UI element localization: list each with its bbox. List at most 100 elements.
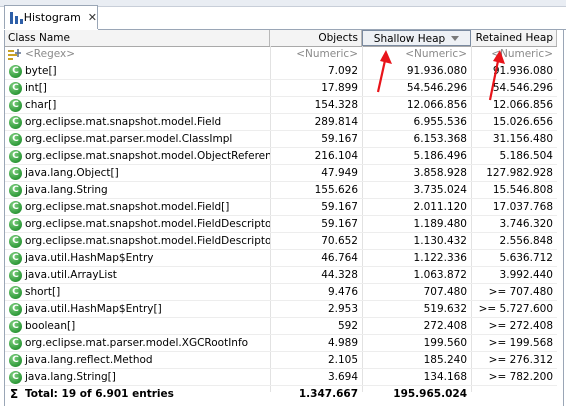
retained-heap-cell: 31.156.480: [492, 133, 553, 145]
class-name-cell: org.eclipse.mat.parser.model.XGCRootInfo: [25, 337, 249, 349]
class-name-cell: java.util.HashMap$Entry: [25, 252, 154, 264]
table-row[interactable]: Cjava.lang.Object[] 47.949 3.858.928 127.98…: [5, 165, 557, 182]
table-row[interactable]: Corg.eclipse.mat.parser.model.XGCRootInf…: [5, 335, 557, 352]
class-name-cell: java.util.HashMap$Entry[]: [25, 303, 162, 315]
shallow-heap-cell: 3.858.928: [413, 167, 467, 179]
table-row[interactable]: Corg.eclipse.mat.snapshot.model.Field[] 5…: [5, 199, 557, 216]
objects-cell: 17.899: [321, 82, 358, 94]
regex-filter-icon: [8, 49, 21, 60]
table-row[interactable]: Cint[] 17.899 54.546.296 54.546.296: [5, 80, 557, 97]
table-row[interactable]: Cshort[] 9.476 707.480 >= 707.480: [5, 284, 557, 301]
total-objects: 1.347.667: [298, 388, 358, 400]
objects-cell: 216.104: [314, 150, 358, 162]
retained-heap-cell: 15.546.808: [492, 184, 553, 196]
objects-filter[interactable]: <Numeric>: [270, 46, 362, 63]
total-shallow-heap: 195.965.024: [393, 388, 467, 400]
class-name-cell: char[]: [25, 99, 57, 111]
class-name-cell: java.util.ArrayList: [25, 269, 117, 281]
table-row[interactable]: Corg.eclipse.mat.snapshot.model.ObjectRe…: [5, 148, 557, 165]
retained-heap-cell: >= 782.200: [488, 371, 553, 383]
table-header: Class Name Objects Shallow Heap Retained…: [5, 30, 557, 47]
table-row[interactable]: Corg.eclipse.mat.snapshot.model.FieldDes…: [5, 233, 557, 250]
objects-cell: 44.328: [321, 269, 358, 281]
table-row[interactable]: Cjava.util.ArrayList 44.328 1.063.872 3.992…: [5, 267, 557, 284]
class-name-cell: int[]: [25, 82, 47, 94]
table-row[interactable]: Cjava.lang.String[] 3.694 134.168 >= 782.20…: [5, 369, 557, 386]
retained-heap-cell: >= 5.727.600: [478, 303, 553, 315]
annotation-arrow-retained: [488, 50, 505, 101]
class-name-cell: org.eclipse.mat.parser.model.ClassImpl: [25, 133, 233, 145]
shallow-heap-cell: 199.560: [423, 337, 467, 349]
shallow-heap-cell: 1.122.336: [413, 252, 467, 264]
objects-cell: 47.949: [321, 167, 358, 179]
shallow-heap-cell: 519.632: [423, 303, 467, 315]
column-retained-heap[interactable]: Retained Heap: [471, 30, 557, 46]
table-row[interactable]: Cjava.lang.reflect.Method 2.105 185.240 >= …: [5, 352, 557, 369]
table-row[interactable]: Cjava.util.HashMap$Entry 46.764 1.122.336 5…: [5, 250, 557, 267]
shallow-heap-cell: 272.408: [423, 320, 467, 332]
table-row[interactable]: Corg.eclipse.mat.snapshot.model.Field 289…: [5, 114, 557, 131]
tab-bar: Histogram ✕: [0, 0, 566, 30]
regex-placeholder: <Regex>: [25, 48, 76, 60]
regex-filter-cell[interactable]: <Regex>: [5, 46, 270, 63]
shallow-heap-cell: 1.063.872: [413, 269, 467, 281]
class-name-cell: org.eclipse.mat.snapshot.model.Field: [25, 116, 222, 128]
objects-cell: 2.953: [327, 303, 358, 315]
class-name-cell: java.lang.Object[]: [25, 167, 119, 179]
objects-cell: 59.167: [321, 218, 358, 230]
class-name-cell: org.eclipse.mat.snapshot.model.FieldDesc…: [25, 218, 270, 230]
retained-heap-cell: 127.982.928: [486, 167, 553, 179]
class-name-cell: java.lang.String: [25, 184, 108, 196]
class-name-cell: byte[]: [25, 65, 57, 77]
column-shallow-heap[interactable]: Shallow Heap: [362, 30, 471, 46]
objects-cell: 4.989: [327, 337, 358, 349]
retained-heap-cell: 5.636.712: [499, 252, 553, 264]
shallow-heap-cell: 707.480: [423, 286, 467, 298]
objects-cell: 592: [337, 320, 358, 332]
table-row[interactable]: Cboolean[] 592 272.408 >= 272.408: [5, 318, 557, 335]
class-name-cell: org.eclipse.mat.snapshot.model.ObjectRef…: [25, 150, 270, 162]
retained-heap-cell: 5.186.504: [499, 150, 553, 162]
objects-cell: 59.167: [321, 133, 358, 145]
class-name-cell: java.lang.reflect.Method: [25, 354, 153, 366]
table-row[interactable]: Corg.eclipse.mat.snapshot.model.FieldDes…: [5, 216, 557, 233]
shallow-heap-cell: 6.153.368: [413, 133, 467, 145]
table-row[interactable]: Cjava.util.HashMap$Entry[] 2.953 519.632 >=…: [5, 301, 557, 318]
filter-row: <Regex> <Numeric> <Numeric> <Numeric>: [5, 46, 557, 63]
histogram-icon: [10, 11, 23, 24]
retained-heap-cell: >= 199.568: [488, 337, 553, 349]
shallow-heap-cell: 5.186.496: [413, 150, 467, 162]
close-icon[interactable]: ✕: [88, 11, 97, 24]
objects-cell: 155.626: [314, 184, 358, 196]
column-objects[interactable]: Objects: [270, 30, 362, 46]
shallow-heap-cell: 12.066.856: [406, 99, 467, 111]
column-shallow-heap-label: Shallow Heap: [373, 33, 446, 45]
column-class-name[interactable]: Class Name: [5, 30, 270, 46]
shallow-heap-cell: 134.168: [423, 371, 467, 383]
tab-histogram[interactable]: Histogram ✕: [4, 5, 98, 29]
table-row[interactable]: Cjava.lang.String 155.626 3.735.024 15.546.…: [5, 182, 557, 199]
retained-heap-cell: 17.037.768: [492, 201, 553, 213]
table-row[interactable]: Corg.eclipse.mat.parser.model.ClassImpl 5…: [5, 131, 557, 148]
total-label: Total: 19 of 6.901 entries: [25, 388, 174, 400]
shallow-heap-cell: 2.011.120: [413, 201, 467, 213]
class-name-cell: boolean[]: [25, 320, 76, 332]
objects-cell: 59.167: [321, 201, 358, 213]
objects-cell: 46.764: [321, 252, 358, 264]
retained-heap-cell: >= 272.408: [488, 320, 553, 332]
objects-cell: 154.328: [314, 99, 358, 111]
shallow-heap-cell: 1.189.480: [413, 218, 467, 230]
class-name-cell: org.eclipse.mat.snapshot.model.FieldDesc…: [25, 235, 270, 247]
table-row[interactable]: Cchar[] 154.328 12.066.856 12.066.856: [5, 97, 557, 114]
retained-heap-cell: >= 707.480: [488, 286, 553, 298]
objects-cell: 3.694: [327, 371, 358, 383]
total-row: Σ Total: 19 of 6.901 entries 1.347.667 1…: [5, 386, 557, 403]
class-name-cell: java.lang.String[]: [25, 371, 116, 383]
table-row[interactable]: Cbyte[] 7.092 91.936.080 91.936.080: [5, 63, 557, 80]
objects-cell: 289.814: [314, 116, 358, 128]
class-name-cell: org.eclipse.mat.snapshot.model.Field[]: [25, 201, 230, 213]
retained-heap-cell: 2.556.848: [499, 235, 553, 247]
retained-heap-cell: 3.746.320: [499, 218, 553, 230]
annotation-arrow-shallow: [376, 50, 392, 93]
sort-descending-icon: [451, 36, 460, 41]
